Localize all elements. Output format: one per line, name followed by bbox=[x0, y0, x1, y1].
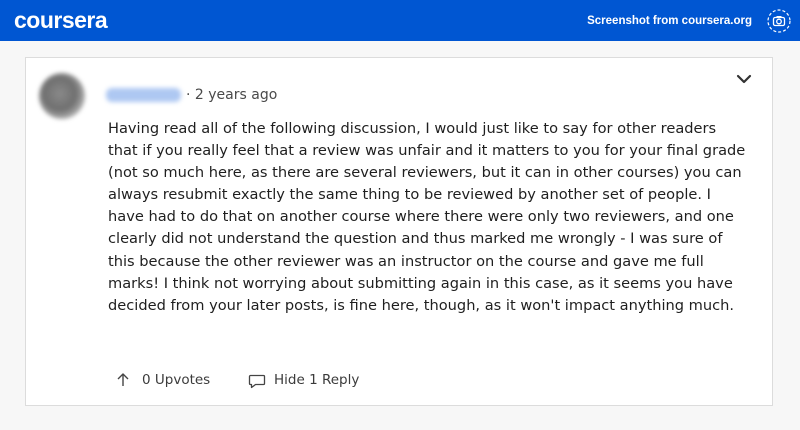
author-name-redacted[interactable] bbox=[106, 88, 181, 102]
chevron-down-icon[interactable] bbox=[734, 69, 754, 89]
speech-bubble-icon bbox=[248, 374, 266, 389]
camera-icon bbox=[767, 9, 791, 33]
screenshot-source-label: Screenshot from coursera.org bbox=[587, 15, 752, 27]
arrow-up-icon bbox=[117, 373, 129, 386]
coursera-logo[interactable]: coursera bbox=[14, 6, 108, 34]
toggle-replies-button[interactable]: Hide 1 Reply bbox=[248, 371, 368, 391]
reply-toggle-label: Hide 1 Reply bbox=[274, 372, 360, 388]
upvotes-label: 0 Upvotes bbox=[142, 372, 211, 388]
top-bar: coursera Screenshot from coursera.org bbox=[0, 0, 800, 41]
discussion-post-card: · 2 years ago Having read all of the fol… bbox=[25, 57, 773, 406]
post-timestamp: · 2 years ago bbox=[186, 87, 278, 103]
post-body: Having read all of the following discuss… bbox=[108, 120, 746, 314]
upvote-button[interactable]: 0 Upvotes bbox=[116, 371, 216, 391]
avatar[interactable] bbox=[39, 73, 85, 119]
